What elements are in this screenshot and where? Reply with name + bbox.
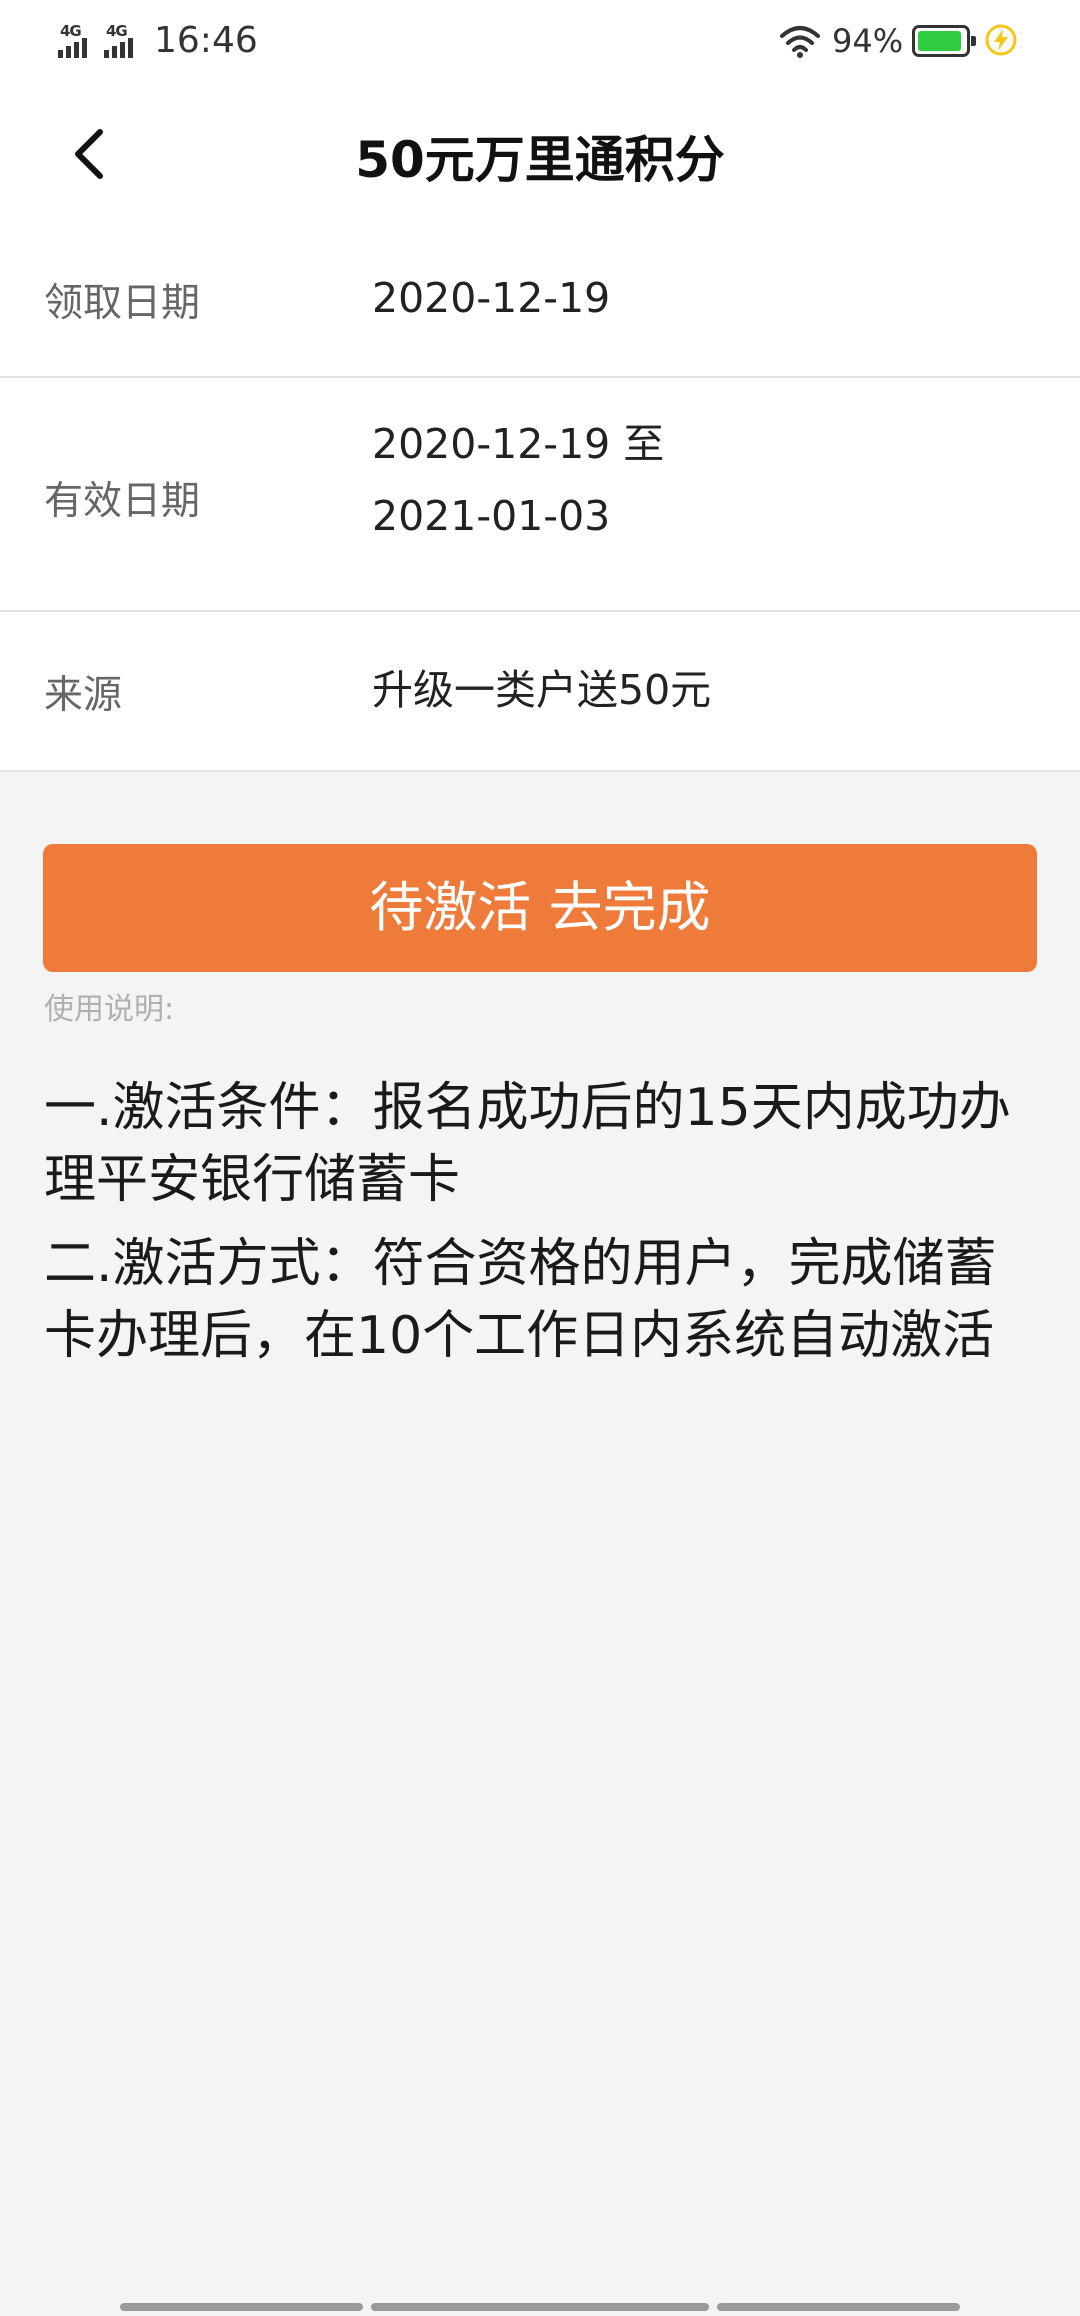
nav-indicator-left[interactable] [120,2303,364,2311]
activate-button[interactable]: 待激活 去完成 [43,844,1037,972]
nav-indicator-right[interactable] [716,2303,961,2311]
valid-period-label: 有效日期 [44,479,201,524]
battery-level-fill [918,31,962,51]
valid-period-start: 2020-12-19 至 [372,420,665,468]
valid-period-value: 2020-12-19 至 2021-01-03 [372,408,664,552]
valid-period-end: 2021-01-03 [372,492,611,540]
claim-date-row: 领取日期 2020-12-19 [0,224,1080,378]
page-title: 50元万里通积分 [355,131,725,189]
usage-instructions-label: 使用说明: [44,992,175,1027]
instruction-item: 二.激活方式：符合资格的用户，完成储蓄卡办理后，在10个工作日内系统自动激活 [44,1234,997,1366]
usage-instructions: 一.激活条件：报名成功后的15天内成功办理平安银行储蓄卡 二.激活方式：符合资格… [44,1072,1044,1384]
signal-icon: 4G [58,22,102,58]
nav-indicator-center[interactable] [371,2303,709,2311]
claim-date-value: 2020-12-19 [372,274,611,322]
source-value: 升级一类户送50元 [372,666,712,714]
signal-icon: 4G [104,22,148,58]
clock: 16:46 [154,20,258,61]
header: 50元万里通积分 [0,84,1080,224]
claim-date-label: 领取日期 [44,281,201,326]
source-row: 来源 升级一类户送50元 [0,612,1080,772]
gesture-nav-bar [120,2303,961,2311]
source-label: 来源 [44,673,123,718]
details-list: 领取日期 2020-12-19 有效日期 2020-12-19 至 2021-0… [0,224,1080,772]
battery-icon [912,25,976,57]
charging-icon [985,24,1017,56]
status-bar: 4G 4G 16:46 94% [0,0,1080,84]
instruction-item: 一.激活条件：报名成功后的15天内成功办理平安银行储蓄卡 [44,1078,1011,1210]
battery-percent: 94% [832,22,904,60]
page: 4G 4G 16:46 94% 50元万里通积分 领取日期 2020-12-19… [0,0,1080,2316]
valid-period-row: 有效日期 2020-12-19 至 2021-01-03 [0,378,1080,612]
wifi-icon [780,26,820,58]
